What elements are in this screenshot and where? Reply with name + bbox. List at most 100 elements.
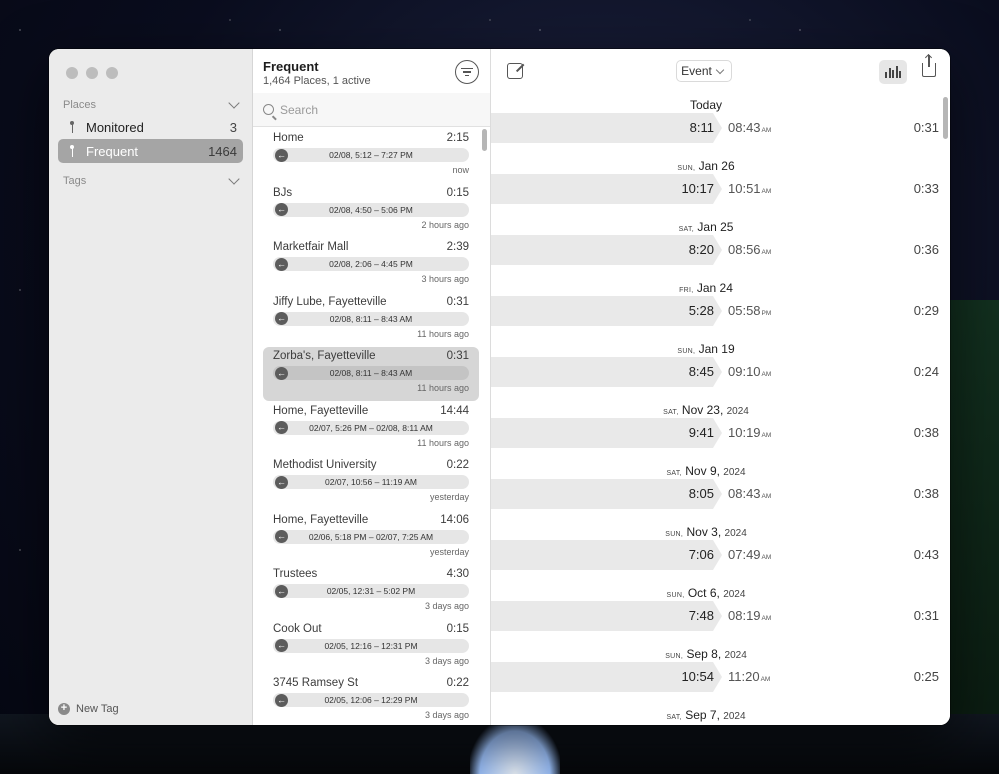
event-end-time: 10:51AM	[728, 181, 771, 196]
event-bar[interactable]: 8:20	[491, 235, 722, 265]
place-duration: 0:22	[446, 677, 469, 689]
list-item-header: Cook Out 0:15	[273, 623, 469, 635]
filter-icon-line	[461, 67, 473, 69]
visit-range: 02/08, 2:06 – 4:45 PM	[329, 259, 413, 269]
list-scrollbar[interactable]	[482, 129, 487, 151]
day-label: SAT, Sep 7, 2024	[491, 708, 921, 722]
event-end-time: 10:19AM	[728, 425, 771, 440]
arrow-left-icon: ←	[275, 693, 288, 707]
list-item[interactable]: Zorba's, Fayetteville 0:31 ← 02/08, 8:11 – …	[263, 347, 479, 401]
event-duration: 0:29	[913, 303, 939, 318]
zoom-window-button[interactable]	[106, 67, 118, 79]
tags-header-label: Tags	[63, 175, 87, 187]
list-item[interactable]: Home, Fayetteville 14:06 ← 02/06, 5:18 PM –…	[263, 511, 479, 565]
sidebar-item-label: Monitored	[86, 119, 144, 135]
visit-range: 02/05, 12:31 – 5:02 PM	[326, 586, 416, 596]
list-item[interactable]: Methodist University 0:22 ← 02/07, 10:56 – …	[263, 456, 479, 510]
list-item[interactable]: Marketfair Mall 2:39 ← 02/08, 2:06 – 4:45 P…	[263, 238, 479, 292]
place-name: 3745 Ramsey St	[273, 677, 359, 689]
event-bar[interactable]: 9:41	[491, 418, 722, 448]
place-name: Trustees	[273, 568, 318, 580]
event-duration: 0:24	[913, 364, 939, 379]
list-item[interactable]: 3745 Ramsey St 0:22 ← 02/05, 12:06 – 12:29 …	[263, 674, 479, 725]
date-label: Nov 23,	[681, 403, 724, 417]
year-label: 2024	[723, 711, 746, 722]
compose-icon[interactable]	[507, 63, 523, 79]
chart-icon-bar	[888, 68, 891, 78]
place-name: Zorba's, Fayetteville	[273, 350, 376, 362]
tags-section-header[interactable]: Tags	[63, 173, 242, 187]
event-bar[interactable]: 7:48	[491, 601, 722, 631]
share-icon[interactable]	[922, 55, 936, 77]
visit-range-bar: ← 02/05, 12:16 – 12:31 PM	[273, 638, 469, 653]
event-bar[interactable]: 10:54	[491, 662, 722, 692]
list-item[interactable]: BJs 0:15 ← 02/08, 4:50 – 5:06 PM 2 hours ago	[263, 184, 479, 238]
place-name: Cook Out	[273, 622, 322, 635]
sidebar-item-frequent[interactable]: Frequent 1464	[58, 139, 243, 163]
search-input[interactable]: Search	[280, 103, 318, 117]
event-duration: 0:36	[913, 242, 939, 257]
year-label: 2024	[724, 650, 747, 661]
filter-button[interactable]	[455, 60, 479, 84]
event-bar[interactable]: 5:28	[491, 296, 722, 326]
list-item-header: Methodist University 0:22	[273, 459, 469, 471]
minimize-window-button[interactable]	[86, 67, 98, 79]
new-tag-button[interactable]: + New Tag	[58, 703, 119, 715]
list-item[interactable]: Jiffy Lube, Fayetteville 0:31 ← 02/08, 8:11…	[263, 293, 479, 347]
event-bar[interactable]: 10:17	[491, 174, 722, 204]
places-section-header[interactable]: Places	[63, 97, 242, 111]
event-end-value: 08:43	[728, 120, 761, 135]
place-name: Home, Fayetteville	[273, 513, 369, 526]
event-end-value: 05:58	[728, 303, 761, 318]
event-bar[interactable]: 8:45	[491, 357, 722, 387]
list-item[interactable]: Home 2:15 ← 02/08, 5:12 – 7:27 PM now	[263, 129, 479, 183]
event-end-value: 10:51	[728, 181, 761, 196]
new-tag-label: New Tag	[76, 703, 119, 715]
event-start-time: 8:05	[688, 486, 714, 501]
timeline-scrollbar[interactable]	[943, 97, 948, 139]
close-window-button[interactable]	[66, 67, 78, 79]
event-end-ampm: AM	[760, 676, 771, 683]
chevron-down-icon[interactable]	[228, 173, 240, 185]
search-field[interactable]: Search	[253, 93, 490, 127]
event-end-time: 08:19AM	[728, 608, 771, 623]
search-icon	[263, 104, 274, 115]
visit-ago: 2 hours ago	[421, 219, 469, 230]
place-duration: 0:22	[446, 459, 469, 471]
list-item-header: Marketfair Mall 2:39	[273, 241, 469, 253]
day-label: SUN, Oct 6, 2024	[491, 586, 921, 600]
list-item[interactable]: Cook Out 0:15 ← 02/05, 12:16 – 12:31 PM 3 da…	[263, 620, 479, 674]
event-end-value: 08:19	[728, 608, 761, 623]
place-name: Home	[273, 132, 304, 144]
weekday-label: SUN,	[677, 348, 696, 355]
chevron-down-icon[interactable]	[228, 97, 240, 109]
list-item[interactable]: Home, Fayetteville 14:44 ← 02/07, 5:26 PM –…	[263, 402, 479, 456]
visit-range: 02/08, 4:50 – 5:06 PM	[329, 204, 413, 215]
event-bar[interactable]: 8:05	[491, 479, 722, 509]
weekday-label: SUN,	[665, 531, 684, 538]
event-type-select[interactable]: Event	[676, 60, 732, 82]
chart-icon[interactable]	[879, 60, 907, 84]
event-bar[interactable]: 7:06	[491, 540, 722, 570]
place-name: Methodist University	[273, 459, 377, 471]
place-name: Marketfair Mall	[273, 241, 349, 253]
visit-ago: yesterday	[429, 546, 469, 557]
timeline-pane: Event Today 8:11 08:43AM 0:31 SUN, Jan 26 1…	[491, 49, 950, 725]
year-label: 2024	[724, 528, 747, 539]
event-end-time: 08:56AM	[728, 242, 771, 257]
event-end-ampm: AM	[761, 493, 772, 500]
event-end-value: 07:49	[728, 547, 761, 562]
arrow-left-icon: ←	[275, 475, 288, 489]
place-duration: 14:44	[440, 404, 469, 417]
sidebar-item-monitored[interactable]: Monitored 3	[58, 115, 243, 139]
list-item-header: Home, Fayetteville 14:06	[273, 514, 469, 526]
sidebar-item-count: 3	[229, 119, 237, 135]
places-header-label: Places	[63, 99, 97, 111]
list-header: Frequent 1,464 Places, 1 active	[253, 49, 490, 93]
list-item[interactable]: Trustees 4:30 ← 02/05, 12:31 – 5:02 PM 3 day…	[263, 565, 479, 619]
date-label: Today	[689, 98, 723, 112]
list-item-header: BJs 0:15	[273, 187, 469, 199]
visit-ago: 11 hours ago	[417, 328, 469, 339]
chart-icon-bar	[899, 71, 901, 78]
event-bar[interactable]: 8:11	[491, 113, 722, 143]
